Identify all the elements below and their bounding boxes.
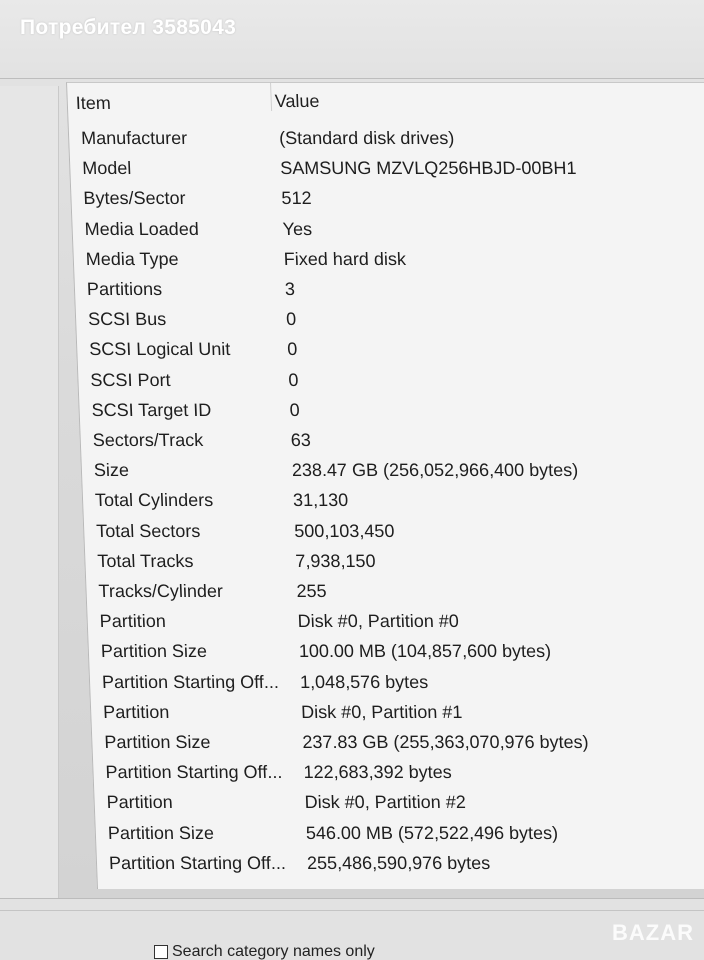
row-value: 255	[296, 581, 327, 601]
table-row[interactable]: Partition Size 546.00 MB (572,522,496 byt…	[95, 823, 704, 853]
row-item-label: SCSI Bus	[87, 309, 167, 330]
table-row[interactable]: Partitions 3	[75, 279, 704, 309]
row-item-label: Partition Size	[103, 732, 211, 752]
table-row[interactable]: Size 238.47 GB (256,052,966,400 bytes)	[82, 460, 704, 490]
row-item-label: Model	[81, 158, 132, 179]
row-value: 122,683,392 bytes	[303, 762, 453, 783]
table-row[interactable]: Total Tracks 7,938,150	[85, 551, 704, 581]
row-item-label: Manufacturer	[80, 128, 188, 148]
row-item-label: SCSI Port	[90, 369, 171, 390]
row-value: 31,130	[292, 490, 349, 511]
row-value: 0	[286, 339, 298, 360]
table-row[interactable]: Model SAMSUNG MZVLQ256HBJD-00BH1	[70, 158, 704, 188]
table-row[interactable]: SCSI Target ID 0	[79, 400, 704, 430]
row-value: 3	[284, 279, 296, 299]
row-value: Disk #0, Partition #0	[297, 611, 460, 632]
table-row[interactable]: SCSI Bus 0	[76, 309, 704, 339]
table-row[interactable]: Partition Disk #0, Partition #0	[87, 611, 704, 641]
row-value: 63	[290, 430, 312, 450]
category-tree-pane[interactable]	[0, 86, 59, 898]
table-row[interactable]: Partition Disk #0, Partition #1	[91, 702, 704, 732]
row-item-label: Partition Size	[107, 822, 215, 843]
search-category-option[interactable]: Search category names only	[154, 943, 375, 960]
table-row[interactable]: Partition Starting Off... 255,486,590,976…	[97, 853, 704, 883]
row-item-label: Media Loaded	[84, 218, 200, 239]
table-row[interactable]: Partition Starting Off... 122,683,392 byt…	[93, 762, 704, 792]
table-row[interactable]: Bytes/Sector 512	[71, 188, 704, 218]
table-row[interactable]: SCSI Logical Unit 0	[77, 339, 704, 369]
table-row[interactable]: Tracks/Cylinder 255	[86, 581, 704, 611]
row-item-label: Partitions	[86, 279, 163, 299]
row-value: SAMSUNG MZVLQ256HBJD-00BH1	[279, 158, 577, 179]
list-header: Item Value	[67, 83, 704, 113]
column-header-item[interactable]: Item	[75, 93, 111, 114]
find-bar-divider	[0, 910, 704, 911]
row-item-label: Total Tracks	[97, 550, 194, 571]
row-item-label: Partition	[99, 611, 167, 632]
top-divider	[0, 78, 704, 79]
row-value: 512	[281, 188, 312, 209]
table-row[interactable]: Media Loaded Yes	[72, 219, 704, 249]
table-row[interactable]: Manufacturer (Standard disk drives)	[69, 128, 704, 158]
row-item-label: Partition	[102, 701, 170, 722]
row-value: 1,048,576 bytes	[299, 671, 429, 692]
row-value: Disk #0, Partition #1	[300, 701, 463, 722]
table-row[interactable]: Partition Size 237.83 GB (255,363,070,976…	[92, 732, 704, 762]
row-item-label: Total Cylinders	[94, 490, 214, 511]
row-item-label: Total Sectors	[95, 520, 201, 541]
row-item-label: Tracks/Cylinder	[98, 581, 224, 601]
row-item-label: Bytes/Sector	[83, 188, 186, 209]
bazar-logo-watermark: BAZAR	[612, 920, 694, 945]
row-value: Yes	[282, 218, 313, 239]
row-value: 238.47 GB (256,052,966,400 bytes)	[291, 460, 579, 481]
table-row[interactable]: Total Sectors 500,103,450	[84, 521, 704, 551]
table-row[interactable]: Partition Starting Off... 1,048,576 bytes	[90, 672, 704, 702]
row-item-label: Partition Starting Off...	[108, 852, 287, 873]
system-information-window: Потребител 3585043 Item Value Manufactur…	[0, 0, 704, 960]
row-item-label: SCSI Target ID	[91, 399, 212, 420]
row-item-label: SCSI Logical Unit	[88, 339, 231, 360]
row-value: 546.00 MB (572,522,496 bytes)	[305, 822, 559, 843]
row-item-label: Partition Starting Off...	[101, 671, 280, 692]
row-value: 0	[288, 369, 299, 390]
row-value: 500,103,450	[293, 520, 395, 541]
row-value: Fixed hard disk	[283, 248, 407, 269]
row-value: Disk #0, Partition #2	[304, 792, 467, 813]
table-row[interactable]: Sectors/Track 63	[80, 430, 704, 460]
row-value: 0	[289, 399, 300, 420]
row-value: 237.83 GB (255,363,070,976 bytes)	[301, 732, 589, 752]
row-item-label: Partition	[106, 792, 174, 813]
user-watermark: Потребител 3585043	[20, 16, 237, 39]
column-header-value[interactable]: Value	[274, 91, 320, 112]
row-item-label: Sectors/Track	[92, 430, 204, 450]
table-row[interactable]: Total Cylinders 31,130	[83, 490, 704, 520]
row-value: 255,486,590,976 bytes	[306, 852, 491, 873]
search-category-checkbox[interactable]	[154, 945, 168, 959]
row-item-label: Media Type	[85, 248, 179, 269]
row-item-label: Size	[93, 460, 130, 481]
row-item-label: Partition Size	[100, 641, 208, 662]
table-row[interactable]: SCSI Port 0	[78, 370, 704, 400]
table-row[interactable]: Media Type Fixed hard disk	[73, 249, 704, 279]
search-category-label: Search category names only	[172, 943, 375, 960]
row-value: 7,938,150	[295, 550, 376, 571]
table-row[interactable]: Partition Disk #0, Partition #2	[94, 792, 704, 822]
table-row[interactable]: Partition Size 100.00 MB (104,857,600 byt…	[88, 641, 704, 671]
details-list-view[interactable]: Item Value Manufacturer (Standard disk dr…	[66, 82, 704, 889]
row-value: 0	[285, 309, 297, 330]
row-value: 100.00 MB (104,857,600 bytes)	[298, 641, 552, 662]
row-item-label: Partition Starting Off...	[105, 762, 283, 783]
row-value: (Standard disk drives)	[278, 128, 455, 148]
column-divider[interactable]	[270, 83, 273, 111]
